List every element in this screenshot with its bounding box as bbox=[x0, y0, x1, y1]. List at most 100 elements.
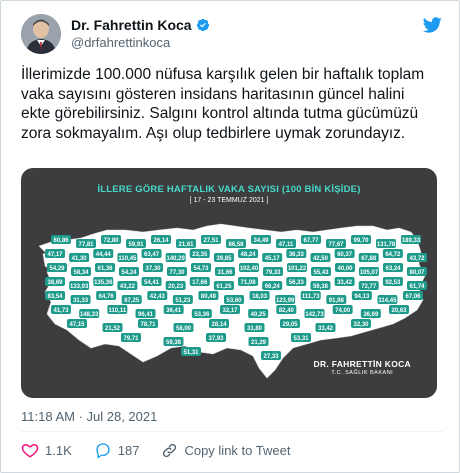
province-value: 61,36 bbox=[97, 266, 113, 272]
province-value: 28,14 bbox=[211, 322, 227, 328]
province-value: 74,00 bbox=[335, 308, 351, 314]
province-value: 29,05 bbox=[282, 322, 298, 328]
province-value: 26,14 bbox=[153, 238, 169, 244]
province-badge: 21,61 bbox=[176, 239, 196, 248]
province-badge: 36,33 bbox=[286, 249, 307, 258]
province-value: 31,66 bbox=[217, 270, 233, 276]
province-value: 142,73 bbox=[305, 312, 324, 318]
province-badge: 79,71 bbox=[121, 333, 141, 342]
tweet-timestamp[interactable]: 11:18 AM · Jul 28, 2021 bbox=[21, 409, 157, 424]
province-value: 61,74 bbox=[409, 284, 425, 290]
province-value: 58,00 bbox=[176, 326, 192, 332]
province-value: 21,29 bbox=[251, 340, 267, 346]
province-badge: 67,88 bbox=[358, 253, 379, 262]
province-value: 45,17 bbox=[265, 256, 281, 262]
province-badge: 99,70 bbox=[351, 235, 371, 244]
province-value: 36,33 bbox=[289, 252, 305, 258]
province-value: 55,43 bbox=[313, 270, 329, 276]
province-value: 21,61 bbox=[178, 242, 194, 248]
province-value: 67,88 bbox=[361, 256, 377, 262]
province-badge: 32,17 bbox=[220, 305, 240, 314]
province-badge: 58,34 bbox=[71, 267, 91, 276]
province-value: 80,07 bbox=[409, 270, 425, 276]
province-value: 32,30 bbox=[353, 322, 369, 328]
province-badge: 34,49 bbox=[251, 235, 271, 244]
province-badge: 60,86 bbox=[51, 235, 71, 244]
province-value: 131,78 bbox=[377, 242, 396, 248]
province-value: 67,06 bbox=[405, 294, 421, 300]
province-value: 71,08 bbox=[241, 280, 257, 286]
province-badge: 92,53 bbox=[382, 277, 403, 286]
province-badge: 91,98 bbox=[326, 295, 347, 304]
tweet-text: İllerimizde 100.000 nüfusa karşılık gele… bbox=[21, 66, 425, 142]
province-badge: 51,31 bbox=[181, 347, 201, 356]
tweet-media-map[interactable]: İLLERE GÖRE HAFTALIK VAKA SAYISI (100 Bİ… bbox=[21, 168, 437, 398]
province-badge: 41,30 bbox=[69, 253, 90, 262]
province-badge: 67,06 bbox=[403, 291, 423, 300]
province-value: 21,52 bbox=[105, 326, 121, 332]
province-value: 54,24 bbox=[121, 270, 137, 276]
like-button[interactable]: 1.1K bbox=[21, 441, 72, 459]
province-badge: 55,43 bbox=[311, 267, 331, 276]
province-value: 72,80 bbox=[103, 238, 119, 244]
province-badge: 148,33 bbox=[79, 309, 100, 318]
province-badge: 63,47 bbox=[141, 249, 162, 258]
province-badge: 59,38 bbox=[163, 337, 184, 346]
province-value: 79,71 bbox=[123, 336, 139, 342]
province-value: 189,33 bbox=[402, 238, 421, 244]
province-badge: 23,35 bbox=[189, 249, 210, 258]
province-badge: 77,81 bbox=[76, 239, 96, 248]
author-display-name[interactable]: Dr. Fahrettin Koca bbox=[71, 16, 192, 34]
province-badge: 40,00 bbox=[335, 263, 355, 272]
province-value: 67,77 bbox=[303, 238, 319, 244]
author-display-row[interactable]: Dr. Fahrettin Koca bbox=[71, 16, 210, 34]
province-value: 64,76 bbox=[99, 294, 115, 300]
province-badge: 21,52 bbox=[102, 323, 123, 332]
province-badge: 41,73 bbox=[51, 305, 71, 314]
province-badge: 20,63 bbox=[389, 305, 409, 314]
province-value: 77,67 bbox=[328, 242, 344, 248]
province-value: 105,07 bbox=[360, 270, 379, 276]
province-value: 114,45 bbox=[378, 298, 397, 304]
province-value: 42,50 bbox=[313, 256, 329, 262]
province-value: 72,77 bbox=[361, 284, 377, 290]
author-handle[interactable]: @drfahrettinkoca bbox=[71, 34, 210, 52]
province-value: 53,60 bbox=[226, 298, 242, 304]
divider bbox=[21, 431, 443, 432]
province-badge: 189,33 bbox=[401, 235, 421, 244]
province-value: 110,11 bbox=[108, 308, 126, 314]
province-value: 27,33 bbox=[263, 354, 279, 360]
province-value: 79,33 bbox=[265, 270, 281, 276]
province-badge: 43,72 bbox=[407, 253, 427, 262]
province-value: 64,72 bbox=[385, 252, 401, 258]
province-badge: 101,22 bbox=[287, 263, 307, 272]
province-value: 43,22 bbox=[120, 284, 136, 290]
province-badge: 77,30 bbox=[167, 267, 187, 276]
province-badge: 64,76 bbox=[96, 291, 117, 300]
heart-icon bbox=[21, 443, 39, 458]
province-value: 58,34 bbox=[73, 270, 89, 276]
province-value: 60,37 bbox=[337, 252, 353, 258]
province-badge: 36,69 bbox=[360, 309, 381, 318]
province-badge: 110,11 bbox=[107, 305, 128, 314]
province-badge: 58,00 bbox=[173, 323, 194, 332]
tweet-actions: 1.1K 187 Copy link to Tweet bbox=[21, 441, 290, 459]
province-badge: 71,08 bbox=[238, 277, 259, 286]
province-badge: 21,29 bbox=[248, 337, 269, 346]
province-badge: 64,72 bbox=[382, 249, 403, 258]
province-value: 82,40 bbox=[279, 308, 295, 314]
reply-button[interactable]: 187 bbox=[94, 441, 139, 459]
province-badge: 61,25 bbox=[213, 281, 234, 290]
twitter-bird-icon[interactable] bbox=[421, 15, 443, 35]
avatar[interactable] bbox=[21, 14, 61, 54]
province-value: 31,33 bbox=[73, 298, 89, 304]
province-value: 91,98 bbox=[329, 298, 345, 304]
province-badge: 54,24 bbox=[119, 267, 139, 276]
province-badge: 72,80 bbox=[101, 235, 121, 244]
copy-link-button[interactable]: Copy link to Tweet bbox=[161, 442, 290, 459]
province-badge: 36,41 bbox=[163, 305, 184, 314]
province-value: 78,71 bbox=[140, 322, 156, 328]
province-value: 41,30 bbox=[72, 256, 88, 262]
province-badge: 26,14 bbox=[151, 235, 171, 244]
province-value: 77,81 bbox=[78, 242, 94, 248]
